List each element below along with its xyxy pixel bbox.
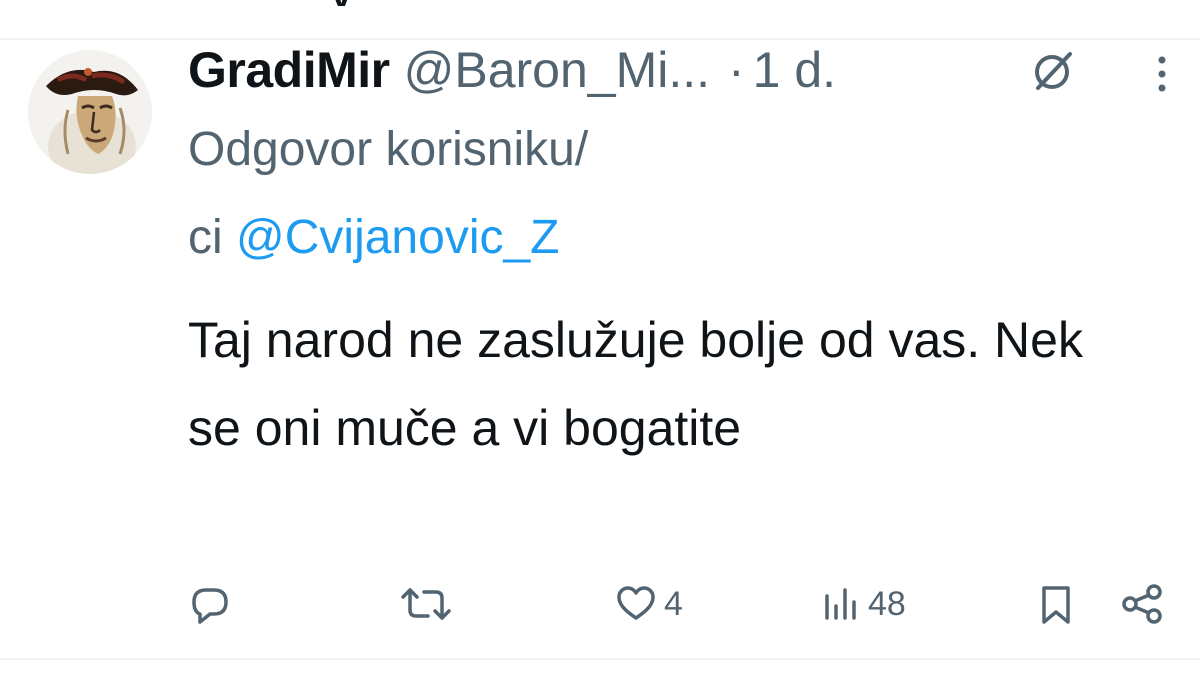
- reply-button[interactable]: [188, 578, 232, 630]
- grok-icon[interactable]: [1030, 48, 1076, 94]
- like-count: 4: [664, 584, 683, 623]
- reply-context-prefix: ci: [188, 211, 223, 264]
- reply-icon: [192, 588, 228, 624]
- user-handle[interactable]: @Baron_Mi...: [404, 38, 710, 102]
- avatar[interactable]: [28, 50, 152, 174]
- like-button[interactable]: 4: [614, 578, 683, 630]
- divider-bottom: [0, 658, 1200, 660]
- heart-icon: [617, 586, 655, 620]
- retweet-icon: [401, 588, 451, 620]
- bookmark-button[interactable]: [1036, 578, 1076, 630]
- views-count: 48: [868, 584, 906, 623]
- reply-mention-link[interactable]: @Cvijanovic_Z: [236, 211, 559, 264]
- retweet-button[interactable]: [400, 578, 452, 630]
- avatar-image: [28, 50, 152, 174]
- display-name[interactable]: GradiMir: [188, 38, 390, 102]
- views-icon: [825, 588, 856, 620]
- views-button[interactable]: 48: [822, 578, 906, 630]
- share-icon: [1122, 584, 1162, 624]
- dot-separator: ·: [728, 42, 745, 98]
- tweet-text: Taj narod ne zaslužuje bolje od vas. Nek…: [188, 312, 1083, 456]
- more-options-icon[interactable]: [1150, 52, 1174, 96]
- tweet-actions: 4 48: [0, 578, 1200, 630]
- bookmark-icon: [1042, 586, 1070, 624]
- previous-tweet-text-remnant: y: [330, 0, 370, 6]
- tweet-header: GradiMir @Baron_Mi... · 1 d.: [188, 38, 836, 102]
- share-button[interactable]: [1118, 578, 1166, 630]
- timestamp[interactable]: 1 d.: [753, 38, 836, 102]
- reply-context-line-1: Odgovor korisniku/: [188, 123, 589, 176]
- reply-context-line-2: ci @Cvijanovic_Z: [188, 208, 560, 268]
